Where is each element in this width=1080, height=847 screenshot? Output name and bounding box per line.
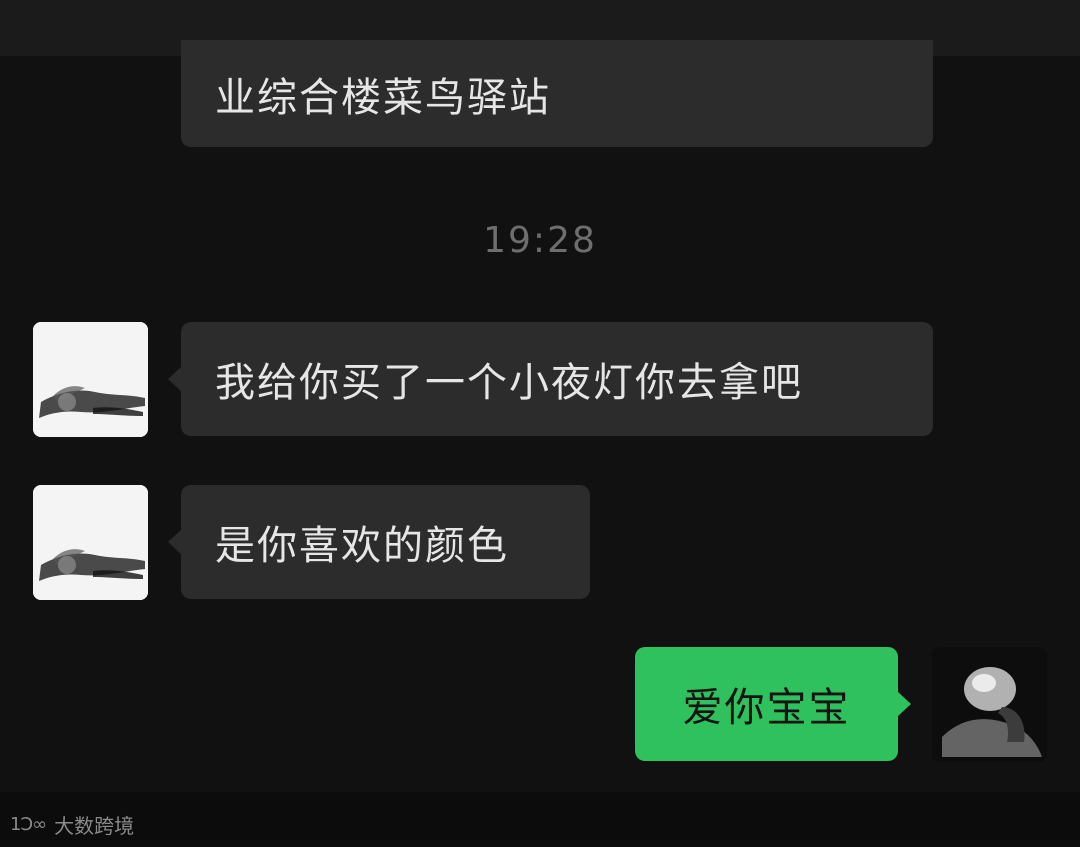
outgoing-message-bubble[interactable]: 爱你宝宝 bbox=[635, 647, 911, 761]
bottom-bar bbox=[0, 792, 1080, 847]
avatar-ink-art-icon bbox=[33, 485, 148, 600]
message-timestamp: 19:28 bbox=[483, 220, 597, 261]
watermark-text: 大数跨境 bbox=[54, 814, 135, 838]
incoming-message-bubble[interactable]: 我给你买了一个小夜灯你去拿吧 bbox=[168, 322, 933, 436]
bubble-tail bbox=[897, 691, 911, 717]
contact-avatar[interactable] bbox=[33, 322, 148, 437]
avatar-ink-art-icon bbox=[33, 322, 148, 437]
avatar-photo-icon bbox=[932, 647, 1047, 762]
watermark: 1Ɔ∞ 大数跨境 bbox=[10, 810, 134, 839]
incoming-message-bubble[interactable]: 是你喜欢的颜色 bbox=[168, 485, 590, 599]
incoming-message-bubble[interactable]: 业综合楼菜鸟驿站 bbox=[181, 40, 933, 147]
self-avatar[interactable] bbox=[932, 647, 1047, 762]
message-text: 是你喜欢的颜色 bbox=[215, 523, 509, 569]
bubble-tail bbox=[168, 366, 182, 392]
message-text: 爱你宝宝 bbox=[682, 685, 851, 731]
watermark-logo: 1Ɔ∞ bbox=[10, 814, 47, 835]
chat-screen: 业综合楼菜鸟驿站 19:28 我给你买了一个小夜灯你去拿吧 是你喜欢的颜色 爱你… bbox=[0, 0, 1080, 847]
bubble-tail bbox=[168, 529, 182, 555]
contact-avatar[interactable] bbox=[33, 485, 148, 600]
message-text: 业综合楼菜鸟驿站 bbox=[215, 74, 551, 121]
message-text: 我给你买了一个小夜灯你去拿吧 bbox=[215, 360, 803, 406]
